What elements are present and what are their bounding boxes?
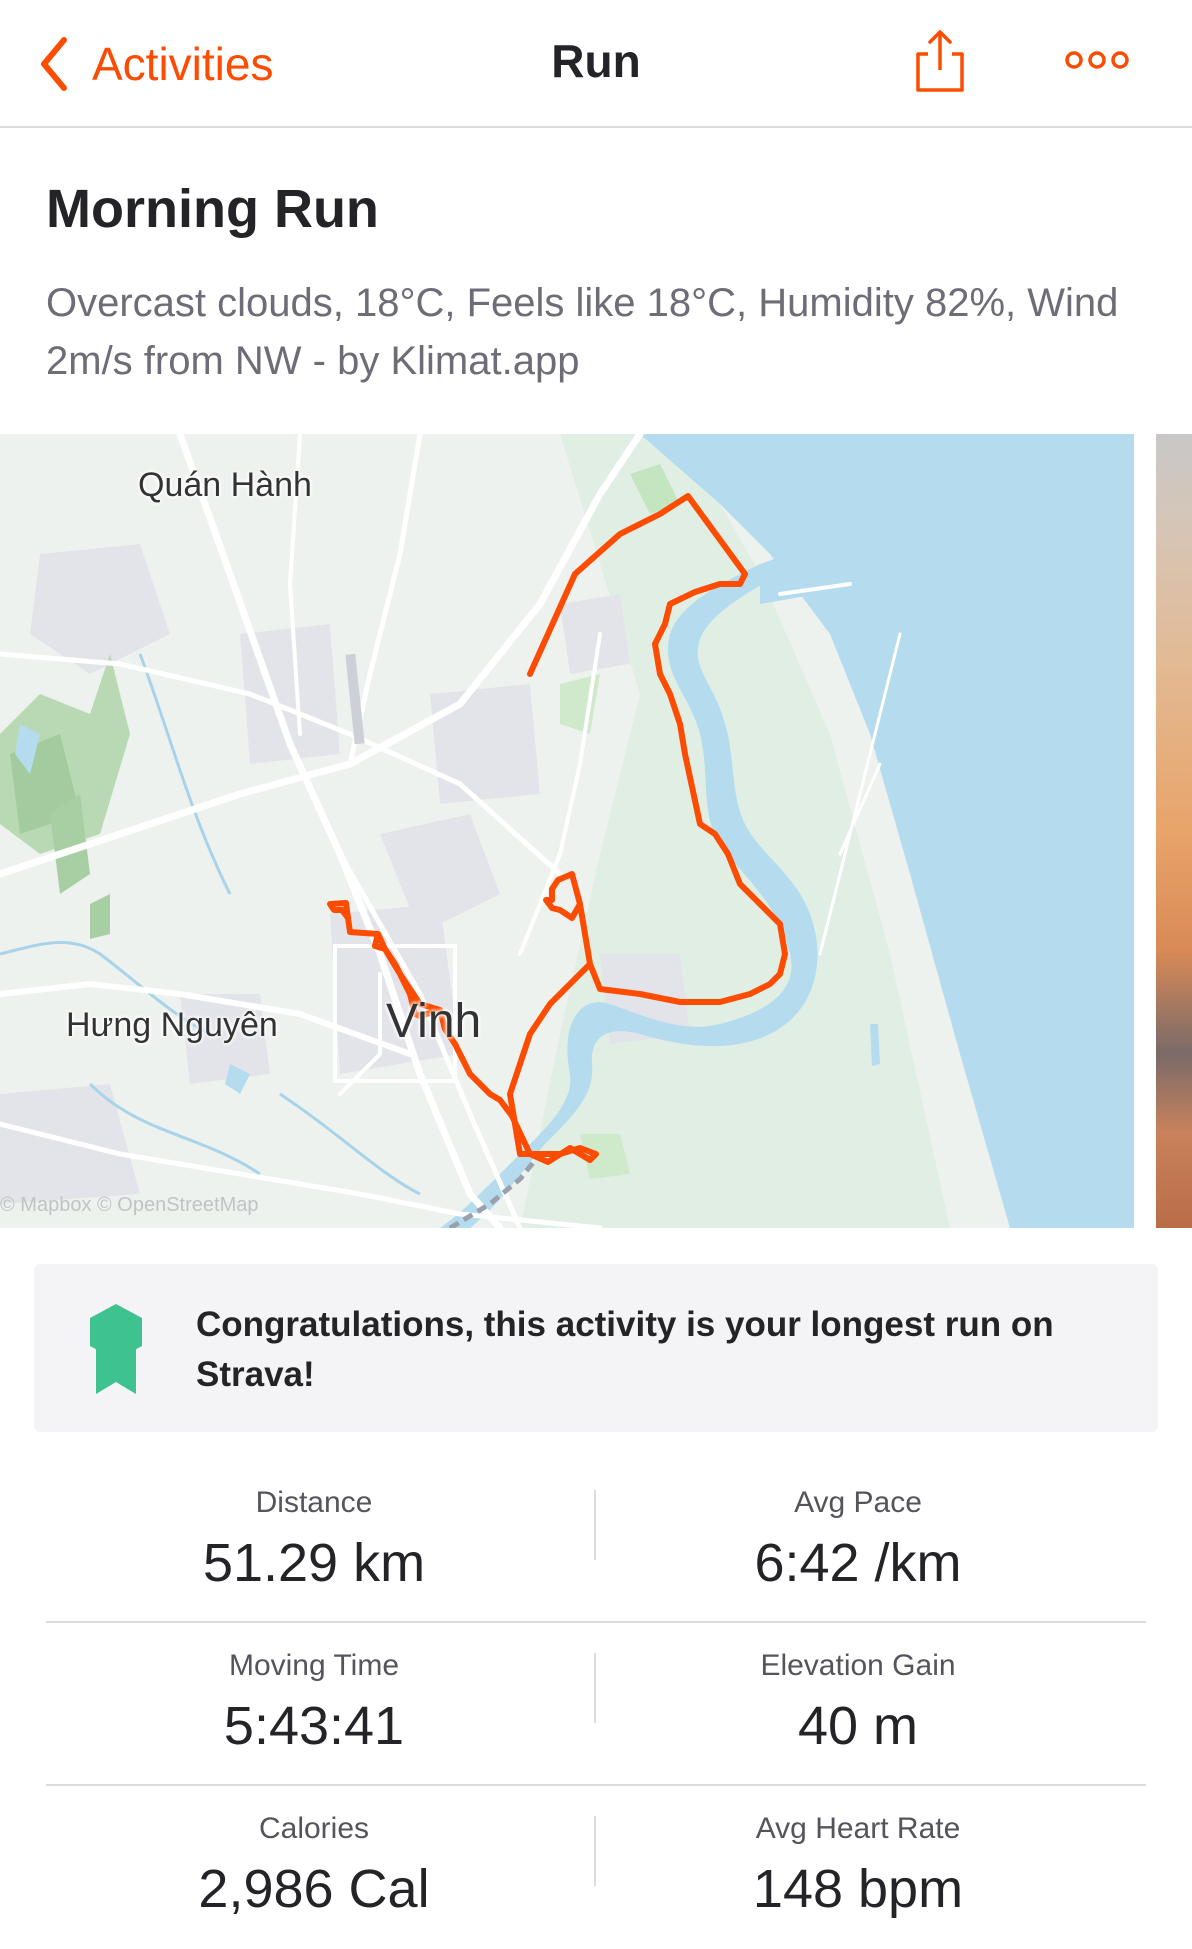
map-label-quan-hanh: Quán Hành (138, 466, 312, 504)
stat-elevation-gain: Elevation Gain 40 m (596, 1623, 1120, 1757)
stat-label: Distance (255, 1486, 373, 1519)
activity-description: Overcast clouds, 18°C, Feels like 18°C, … (46, 281, 1119, 383)
stat-label: Moving Time (228, 1649, 400, 1682)
medal-icon (90, 1304, 142, 1394)
achievement-text: Congratulations, this activity is your l… (196, 1305, 1054, 1394)
page-title: Run (551, 35, 641, 87)
stat-label: Avg Heart Rate (755, 1812, 961, 1845)
stats-row: Moving Time 5:43:41 Elevation Gain 40 m (46, 1623, 1146, 1786)
more-options-icon[interactable] (1064, 48, 1130, 72)
activity-title: Morning Run (46, 179, 379, 239)
stat-label: Avg Pace (794, 1486, 922, 1519)
stats-row: Calories 2,986 Cal Avg Heart Rate 148 bp… (46, 1786, 1146, 1949)
stats-row: Distance 51.29 km Avg Pace 6:42 /km (46, 1460, 1146, 1623)
map-label-hung-nguyen: Hưng Nguyên (66, 1006, 278, 1044)
stat-value: 148 bpm (752, 1859, 964, 1919)
nav-bar: Activities Run (0, 0, 1192, 128)
stat-value: 40 m (797, 1696, 919, 1756)
stat-value: 6:42 /km (754, 1533, 962, 1593)
stat-value: 51.29 km (202, 1533, 426, 1593)
stats-grid: Distance 51.29 km Avg Pace 6:42 /km Movi… (46, 1460, 1146, 1949)
stat-value: 2,986 Cal (198, 1859, 430, 1919)
stat-avg-pace: Avg Pace 6:42 /km (596, 1460, 1120, 1594)
route-map[interactable]: Quán Hành Hưng Nguyên Vinh (0, 434, 1134, 1228)
share-icon[interactable] (914, 28, 966, 94)
map-canvas (0, 434, 1134, 1228)
stat-value: 5:43:41 (223, 1696, 405, 1756)
stat-label: Calories (258, 1812, 370, 1845)
map-label-vinh: Vinh (386, 995, 482, 1048)
achievement-banner[interactable]: Congratulations, this activity is your l… (34, 1264, 1158, 1432)
photo-thumbnail[interactable] (1156, 434, 1192, 1228)
stat-calories: Calories 2,986 Cal (46, 1786, 582, 1920)
map-attribution: © Mapbox © OpenStreetMap (0, 1194, 259, 1216)
stat-distance: Distance 51.29 km (46, 1460, 582, 1594)
stat-moving-time: Moving Time 5:43:41 (46, 1623, 582, 1757)
stat-label: Elevation Gain (760, 1649, 956, 1682)
stat-avg-heart-rate: Avg Heart Rate 148 bpm (596, 1786, 1120, 1920)
